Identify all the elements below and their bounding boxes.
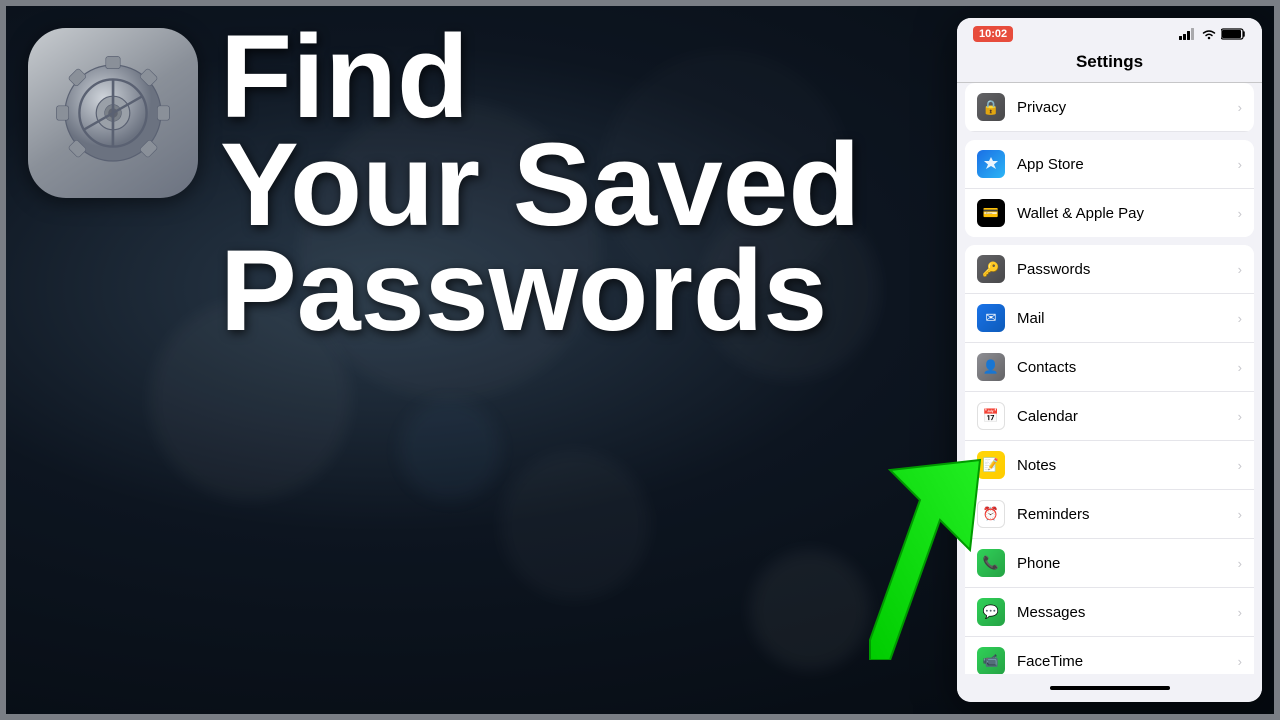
mail-icon: ✉	[977, 304, 1005, 332]
wallet-chevron: ›	[1238, 206, 1242, 221]
appstore-chevron: ›	[1238, 157, 1242, 172]
reminders-chevron: ›	[1238, 507, 1242, 522]
facetime-label: FaceTime	[1017, 653, 1238, 670]
passwords-chevron: ›	[1238, 262, 1242, 277]
settings-header-title: Settings	[957, 46, 1262, 83]
battery-icon	[1221, 28, 1246, 40]
phone-label: Phone	[1017, 555, 1238, 572]
appstore-svg	[982, 155, 1000, 173]
calendar-icon: 📅	[977, 402, 1005, 430]
bottom-bar	[957, 674, 1262, 702]
settings-list[interactable]: 🔒 Privacy › App Store › 💳	[957, 83, 1262, 674]
mail-chevron: ›	[1238, 311, 1242, 326]
notes-row[interactable]: 📝 Notes ›	[965, 441, 1254, 490]
partial-section: 🔒 Privacy ›	[965, 83, 1254, 132]
iphone-panel: 10:02 Settings	[957, 18, 1262, 702]
mail-row[interactable]: ✉ Mail ›	[965, 294, 1254, 343]
settings-icon-container	[28, 28, 198, 198]
appstore-label: App Store	[1017, 156, 1238, 173]
notes-label: Notes	[1017, 457, 1238, 474]
settings-app-icon	[28, 28, 198, 198]
phone-row[interactable]: 📞 Phone ›	[965, 539, 1254, 588]
contacts-icon: 👤	[977, 353, 1005, 381]
mail-label: Mail	[1017, 310, 1238, 327]
green-arrow	[850, 440, 990, 660]
passwords-icon: 🔑	[977, 255, 1005, 283]
headline-line3: Passwords	[220, 234, 860, 349]
wallet-icon: 💳	[977, 199, 1005, 227]
privacy-row[interactable]: 🔒 Privacy ›	[965, 83, 1254, 132]
passwords-row[interactable]: 🔑 Passwords ›	[965, 245, 1254, 294]
appstore-row[interactable]: App Store ›	[965, 140, 1254, 189]
calendar-row[interactable]: 📅 Calendar ›	[965, 392, 1254, 441]
wallet-row[interactable]: 💳 Wallet & Apple Pay ›	[965, 189, 1254, 237]
calendar-chevron: ›	[1238, 409, 1242, 424]
signal-icon	[1179, 28, 1197, 40]
phone-chevron: ›	[1238, 556, 1242, 571]
status-icons	[1179, 28, 1246, 40]
facetime-row[interactable]: 📹 FaceTime ›	[965, 637, 1254, 674]
privacy-label: Privacy	[1017, 99, 1238, 116]
passwords-label: Passwords	[1017, 261, 1238, 278]
headline-text: Find Your Saved Passwords	[220, 18, 860, 349]
messages-label: Messages	[1017, 604, 1238, 621]
reminders-row[interactable]: ⏰ Reminders ›	[965, 490, 1254, 539]
notes-chevron: ›	[1238, 458, 1242, 473]
messages-row[interactable]: 💬 Messages ›	[965, 588, 1254, 637]
reminders-label: Reminders	[1017, 506, 1238, 523]
messages-chevron: ›	[1238, 605, 1242, 620]
section-passwords: 🔑 Passwords › ✉ Mail › 👤 Contacts ›	[965, 245, 1254, 674]
appstore-icon	[977, 150, 1005, 178]
wallet-label: Wallet & Apple Pay	[1017, 205, 1238, 222]
section-appstore: App Store › 💳 Wallet & Apple Pay ›	[965, 140, 1254, 237]
privacy-chevron: ›	[1238, 100, 1242, 115]
gear-icon	[53, 53, 173, 173]
status-time: 10:02	[973, 26, 1013, 42]
status-bar: 10:02	[957, 18, 1262, 46]
facetime-chevron: ›	[1238, 654, 1242, 669]
calendar-label: Calendar	[1017, 408, 1238, 425]
privacy-icon: 🔒	[977, 93, 1005, 121]
wifi-icon	[1201, 28, 1217, 40]
contacts-chevron: ›	[1238, 360, 1242, 375]
home-indicator	[1050, 686, 1170, 690]
contacts-label: Contacts	[1017, 359, 1238, 376]
contacts-row[interactable]: 👤 Contacts ›	[965, 343, 1254, 392]
